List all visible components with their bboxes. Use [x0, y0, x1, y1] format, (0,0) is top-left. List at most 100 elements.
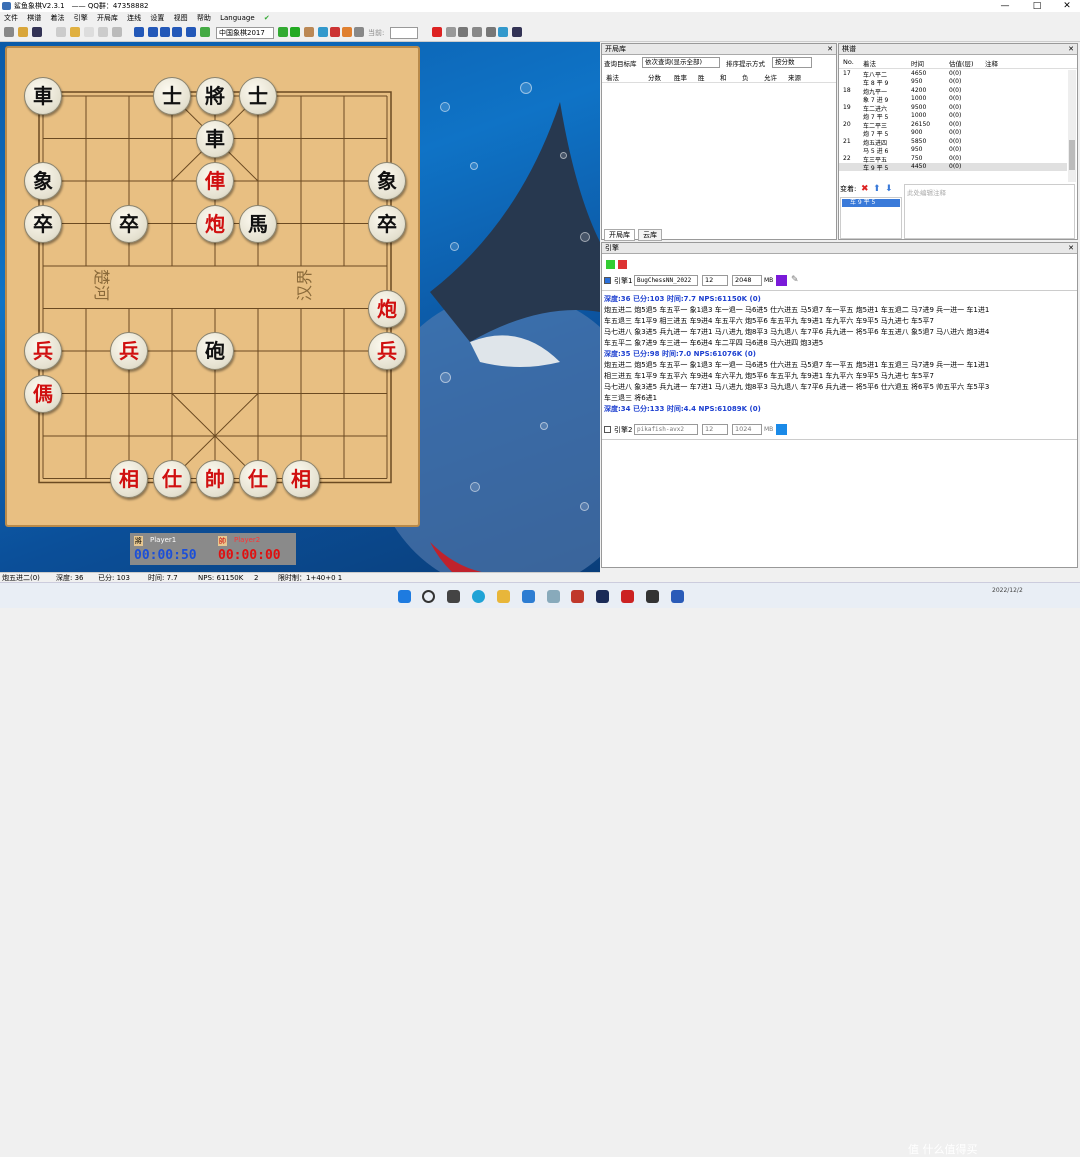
piece-black[interactable]: 象 — [24, 162, 62, 200]
cpuz-icon[interactable] — [571, 590, 584, 603]
piece-black[interactable]: 卒 — [368, 204, 406, 243]
move-time[interactable]: 9500 — [911, 104, 926, 111]
maximize-button[interactable]: □ — [1022, 0, 1052, 12]
copy-icon[interactable] — [70, 27, 80, 37]
move-eval[interactable]: 0(0) — [949, 138, 961, 145]
amd-icon[interactable] — [621, 590, 634, 603]
col-loss[interactable]: 负 — [742, 72, 749, 82]
opening-select[interactable] — [390, 27, 418, 39]
link-icon[interactable] — [342, 27, 352, 37]
photos-icon[interactable] — [547, 590, 560, 603]
layout-icon[interactable] — [472, 27, 482, 37]
move-eval[interactable]: 0(0) — [949, 95, 961, 102]
piece-red[interactable]: 兵 — [368, 332, 406, 370]
menu-connect[interactable]: 连线 — [127, 14, 141, 22]
menu-view[interactable]: 视图 — [174, 14, 188, 22]
move-number[interactable]: 19 — [843, 104, 851, 111]
menu-language[interactable]: Language — [220, 14, 255, 22]
record-scrollbar[interactable] — [1068, 70, 1076, 182]
tab-opening-book[interactable]: 开局库 — [604, 229, 635, 241]
screen-icon[interactable] — [486, 27, 496, 37]
close-icon[interactable]: ✕ — [827, 44, 833, 55]
add-engine-icon[interactable] — [606, 260, 615, 269]
last-move-icon[interactable] — [186, 27, 196, 37]
remove-engine-icon[interactable] — [618, 260, 627, 269]
variation-item[interactable]: 车 9 平 5 — [842, 199, 900, 207]
engine2-threads[interactable]: 12 — [702, 424, 728, 435]
move-time[interactable]: 5850 — [911, 138, 926, 145]
prev-move-icon[interactable] — [148, 27, 158, 37]
menu-settings[interactable]: 设置 — [150, 14, 164, 22]
save-icon[interactable] — [32, 27, 42, 37]
engine1-hash[interactable]: 2048 — [732, 275, 762, 286]
close-icon[interactable]: ✕ — [1068, 243, 1074, 254]
move-eval[interactable]: 0(0) — [949, 104, 961, 111]
query-select[interactable]: 依次查询(显示全部) — [642, 57, 720, 68]
window-icon[interactable] — [446, 27, 456, 37]
bold-icon[interactable] — [432, 27, 442, 37]
arrow-down-icon[interactable]: ⬇ — [885, 184, 893, 194]
piece-red[interactable]: 炮 — [368, 289, 406, 328]
move-time[interactable]: 26150 — [911, 121, 930, 128]
record-scroll-thumb[interactable] — [1069, 140, 1075, 170]
minimize-button[interactable]: — — [990, 0, 1020, 12]
piece-red[interactable]: 相 — [110, 459, 148, 498]
piece-black[interactable]: 將 — [196, 77, 234, 115]
move-number[interactable]: 18 — [843, 87, 851, 94]
word-icon[interactable] — [671, 590, 684, 603]
panel-icon[interactable] — [458, 27, 468, 37]
open-icon[interactable] — [18, 27, 28, 37]
engine2-color[interactable] — [776, 424, 787, 435]
move-time[interactable]: 750 — [911, 155, 922, 162]
move-eval[interactable]: 0(0) — [949, 78, 961, 85]
arrow-up-icon[interactable]: ⬆ — [873, 184, 881, 194]
move-black[interactable]: 车 8 平 9 — [863, 78, 888, 87]
tab-cloud-book[interactable]: 云库 — [638, 229, 662, 241]
move-eval[interactable]: 0(0) — [949, 146, 961, 153]
edge-icon[interactable] — [472, 590, 485, 603]
close-button[interactable]: ✕ — [1052, 0, 1080, 12]
menu-opening-book[interactable]: 开局库 — [97, 14, 118, 22]
col-draw[interactable]: 和 — [720, 72, 727, 82]
delete-icon[interactable]: ✖ — [861, 184, 869, 194]
engine1-threads[interactable]: 12 — [702, 275, 728, 286]
taskview-icon[interactable] — [447, 590, 460, 603]
play-icon[interactable] — [160, 27, 170, 37]
photoshop-icon[interactable] — [596, 590, 609, 603]
piece-red[interactable]: 仕 — [239, 459, 277, 498]
zoom-icon[interactable] — [498, 27, 508, 37]
move-eval[interactable]: 0(0) — [949, 129, 961, 136]
move-black[interactable]: 炮 7 平 5 — [863, 112, 888, 121]
col-score[interactable]: 分数 — [648, 72, 661, 82]
piece-red[interactable]: 仕 — [153, 459, 191, 498]
move-time[interactable]: 950 — [911, 146, 922, 153]
next-move-icon[interactable] — [172, 27, 182, 37]
piece-black[interactable]: 砲 — [196, 332, 234, 370]
paste-icon[interactable] — [84, 27, 94, 37]
move-time[interactable]: 4650 — [911, 70, 926, 77]
move-number[interactable]: 21 — [843, 138, 851, 145]
piece-red[interactable]: 傌 — [24, 374, 62, 413]
pen-icon[interactable] — [318, 27, 328, 37]
piece-black[interactable]: 卒 — [24, 204, 62, 243]
mail-icon[interactable] — [522, 590, 535, 603]
piece-black[interactable]: 象 — [368, 162, 406, 200]
piece-black[interactable]: 卒 — [110, 204, 148, 243]
marker-icon[interactable] — [330, 27, 340, 37]
piece-red[interactable]: 兵 — [24, 332, 62, 370]
move-eval[interactable]: 0(0) — [949, 112, 961, 119]
explorer-icon[interactable] — [497, 590, 510, 603]
engine1-select[interactable]: BugChessNN_2022 — [634, 275, 698, 286]
menu-engine[interactable]: 引擎 — [74, 14, 88, 22]
move-number[interactable]: 17 — [843, 70, 851, 77]
col-allow[interactable]: 允许 — [764, 72, 777, 82]
piece-red[interactable]: 相 — [282, 459, 320, 498]
clipboard-icon[interactable] — [98, 27, 108, 37]
piece-black[interactable]: 士 — [153, 77, 191, 115]
piece-black[interactable]: 車 — [24, 77, 62, 115]
piece-black[interactable]: 車 — [196, 119, 234, 158]
wrench-icon[interactable]: ✎ — [791, 275, 799, 285]
engine1-color[interactable] — [776, 275, 787, 286]
board-icon[interactable] — [512, 27, 522, 37]
edit-icon[interactable] — [56, 27, 66, 37]
